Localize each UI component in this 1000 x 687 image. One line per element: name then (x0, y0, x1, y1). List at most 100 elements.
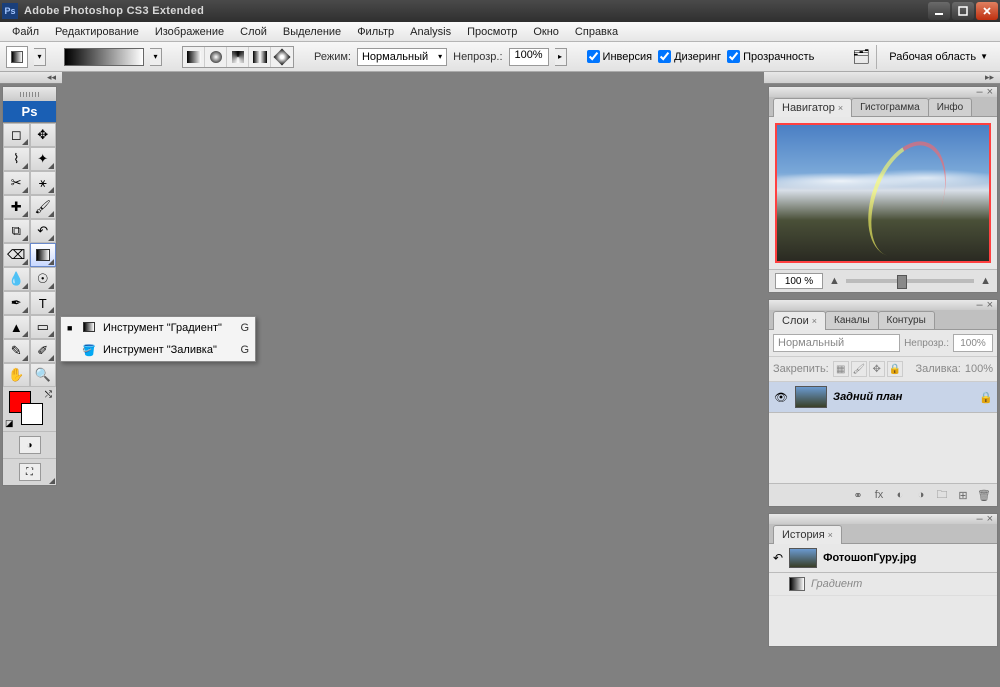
menu-file[interactable]: Файл (4, 24, 47, 40)
flyout-paint-bucket-tool[interactable]: 🪣 Инструмент "Заливка" G (61, 339, 255, 361)
tool-crop[interactable]: ✂ (3, 171, 30, 195)
gradient-angle[interactable] (227, 47, 249, 67)
layer-row[interactable]: 👁 Задний план 🔒 (769, 382, 997, 413)
right-dock-strip[interactable]: ▸▸ (764, 72, 1000, 84)
tool-notes[interactable]: ✎ (3, 339, 30, 363)
lock-position-icon[interactable]: ✥ (869, 361, 885, 377)
layer-thumbnail[interactable] (795, 386, 827, 408)
photoshop-logo: Ps (3, 101, 56, 123)
layer-mask-icon[interactable]: ◐ (891, 487, 909, 503)
tool-blur[interactable]: 💧 (3, 267, 30, 291)
delete-layer-icon[interactable]: 🗑 (975, 487, 993, 503)
menu-view[interactable]: Просмотр (459, 24, 525, 40)
panel-header[interactable]: –× (769, 300, 997, 310)
dither-checkbox[interactable]: Дизеринг (658, 50, 721, 63)
navigator-zoom-value[interactable]: 100 % (775, 273, 823, 289)
tool-shape[interactable]: ▭ (30, 315, 57, 339)
history-step-name: Градиент (811, 578, 862, 590)
opacity-input[interactable]: 100% (509, 48, 549, 66)
menu-analysis[interactable]: Analysis (402, 24, 459, 40)
history-brush-source-icon[interactable]: ↶ (773, 551, 783, 565)
history-document-row[interactable]: ↶ ФотошопГуру.jpg (769, 544, 997, 573)
gradient-reflected[interactable] (249, 47, 271, 67)
gradient-diamond[interactable] (271, 47, 293, 67)
left-dock-strip[interactable]: ◂◂ (0, 72, 62, 84)
tool-type[interactable]: T (30, 291, 57, 315)
menu-help[interactable]: Справка (567, 24, 626, 40)
tab-paths[interactable]: Контуры (878, 311, 935, 329)
layer-style-icon[interactable]: fx (870, 487, 888, 503)
tool-zoom[interactable]: 🔍 (30, 363, 57, 387)
adjustment-layer-icon[interactable]: ◑ (912, 487, 930, 503)
window-minimize-button[interactable] (928, 2, 950, 20)
tool-hand[interactable]: ✋ (3, 363, 30, 387)
menu-edit[interactable]: Редактирование (47, 24, 147, 40)
tool-pen[interactable]: ✒ (3, 291, 30, 315)
tab-navigator[interactable]: Навигатор× (773, 98, 852, 117)
flyout-gradient-tool[interactable]: ■ Инструмент "Градиент" G (61, 317, 255, 339)
tool-move[interactable]: ✥ (30, 123, 57, 147)
window-maximize-button[interactable] (952, 2, 974, 20)
navigator-zoom-slider[interactable] (846, 279, 974, 283)
tool-slice[interactable]: ⚹ (30, 171, 57, 195)
lock-all-icon[interactable]: 🔒 (887, 361, 903, 377)
tool-lasso[interactable]: ⌇ (3, 147, 30, 171)
link-layers-icon[interactable]: ⚭ (849, 487, 867, 503)
tool-marquee[interactable]: ◻ (3, 123, 30, 147)
tab-channels[interactable]: Каналы (825, 311, 879, 329)
panel-header[interactable]: –× (769, 87, 997, 97)
background-color[interactable] (21, 403, 43, 425)
gradient-radial[interactable] (205, 47, 227, 67)
lock-transparency-icon[interactable]: ▦ (833, 361, 849, 377)
tab-layers[interactable]: Слои× (773, 311, 826, 330)
gradient-picker-dropdown[interactable]: ▾ (150, 48, 162, 66)
tool-healing[interactable]: ✚ (3, 195, 30, 219)
layer-group-icon[interactable]: 🗀 (933, 487, 951, 503)
tool-history-brush[interactable]: ↶ (30, 219, 57, 243)
reverse-checkbox[interactable]: Инверсия (587, 50, 653, 63)
lock-pixels-icon[interactable]: 🖌 (851, 361, 867, 377)
zoom-in-icon[interactable]: ▲ (980, 275, 991, 287)
default-colors-icon[interactable]: ◪ (5, 418, 14, 429)
layer-fill-input[interactable]: 100% (965, 363, 993, 375)
tab-history[interactable]: История× (773, 525, 842, 544)
navigator-thumbnail[interactable] (775, 123, 991, 263)
tool-path-select[interactable]: ▲ (3, 315, 30, 339)
menu-layer[interactable]: Слой (232, 24, 275, 40)
tab-info[interactable]: Инфо (928, 98, 973, 116)
window-close-button[interactable] (976, 2, 998, 20)
layer-opacity-input[interactable]: 100% (953, 334, 993, 352)
tool-quick-select[interactable]: ✦ (30, 147, 57, 171)
menu-image[interactable]: Изображение (147, 24, 232, 40)
tool-eraser[interactable]: ⌫ (3, 243, 30, 267)
tool-dodge[interactable]: ☉ (30, 267, 57, 291)
layer-blend-mode-select[interactable]: Нормальный (773, 334, 900, 352)
new-layer-icon[interactable]: ⊞ (954, 487, 972, 503)
menu-select[interactable]: Выделение (275, 24, 349, 40)
tool-gradient[interactable] (30, 243, 57, 267)
go-to-bridge-icon[interactable]: 🗂 (852, 48, 870, 65)
swap-colors-icon[interactable]: ⤭ (45, 389, 52, 400)
blend-mode-select[interactable]: Нормальный (357, 48, 447, 66)
workspace-menu[interactable]: Рабочая область▼ (883, 49, 994, 65)
quick-mask-toggle[interactable]: ◑ (19, 436, 41, 454)
opacity-slider-toggle[interactable]: ▸ (555, 48, 567, 66)
menu-window[interactable]: Окно (525, 24, 567, 40)
tab-histogram[interactable]: Гистограмма (851, 98, 929, 116)
panel-header[interactable]: –× (769, 514, 997, 524)
tool-preset-dropdown[interactable]: ▾ (34, 48, 46, 66)
tool-clone[interactable]: ⧉ (3, 219, 30, 243)
tool-eyedropper[interactable]: ✐ (30, 339, 57, 363)
layer-name[interactable]: Задний план (833, 391, 973, 403)
tool-brush[interactable]: 🖌 (30, 195, 57, 219)
current-tool-icon[interactable] (6, 46, 28, 68)
history-step-row[interactable]: Градиент (769, 573, 997, 596)
menu-filter[interactable]: Фильтр (349, 24, 402, 40)
transparency-checkbox[interactable]: Прозрачность (727, 50, 814, 63)
toolbox-header[interactable] (3, 87, 56, 101)
gradient-preview[interactable] (64, 48, 144, 66)
gradient-linear[interactable] (183, 47, 205, 67)
layer-visibility-icon[interactable]: 👁 (773, 391, 789, 404)
screen-mode-toggle[interactable]: ⛶ (19, 463, 41, 481)
zoom-out-icon[interactable]: ▲ (829, 275, 840, 287)
